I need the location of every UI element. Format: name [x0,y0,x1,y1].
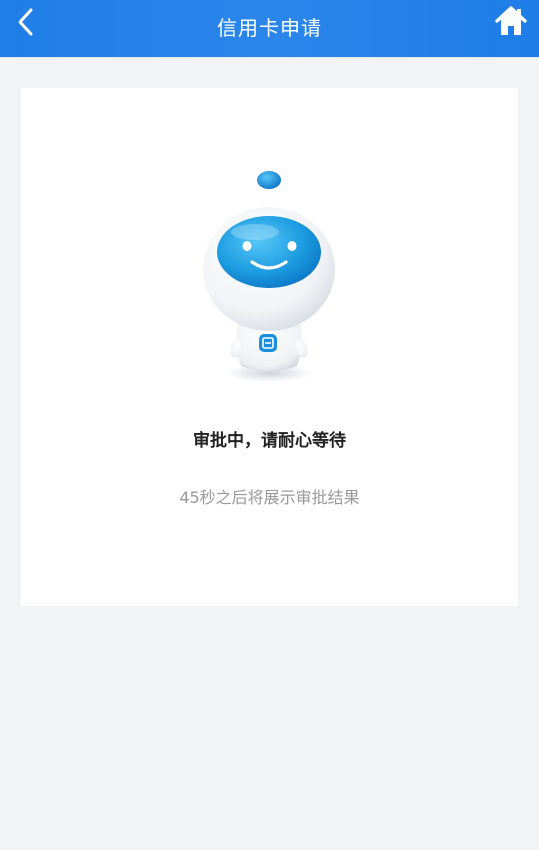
top-navigation-bar: 信用卡申请 [0,0,539,57]
home-button[interactable] [493,4,529,38]
status-title: 审批中，请耐心等待 [193,431,346,451]
status-subtitle: 45秒之后将展示审批结果 [179,488,360,507]
robot-mascot-icon [203,171,335,382]
home-icon [495,6,527,35]
status-card: 审批中，请耐心等待 45秒之后将展示审批结果 [21,88,518,606]
page-title: 信用卡申请 [217,16,322,40]
